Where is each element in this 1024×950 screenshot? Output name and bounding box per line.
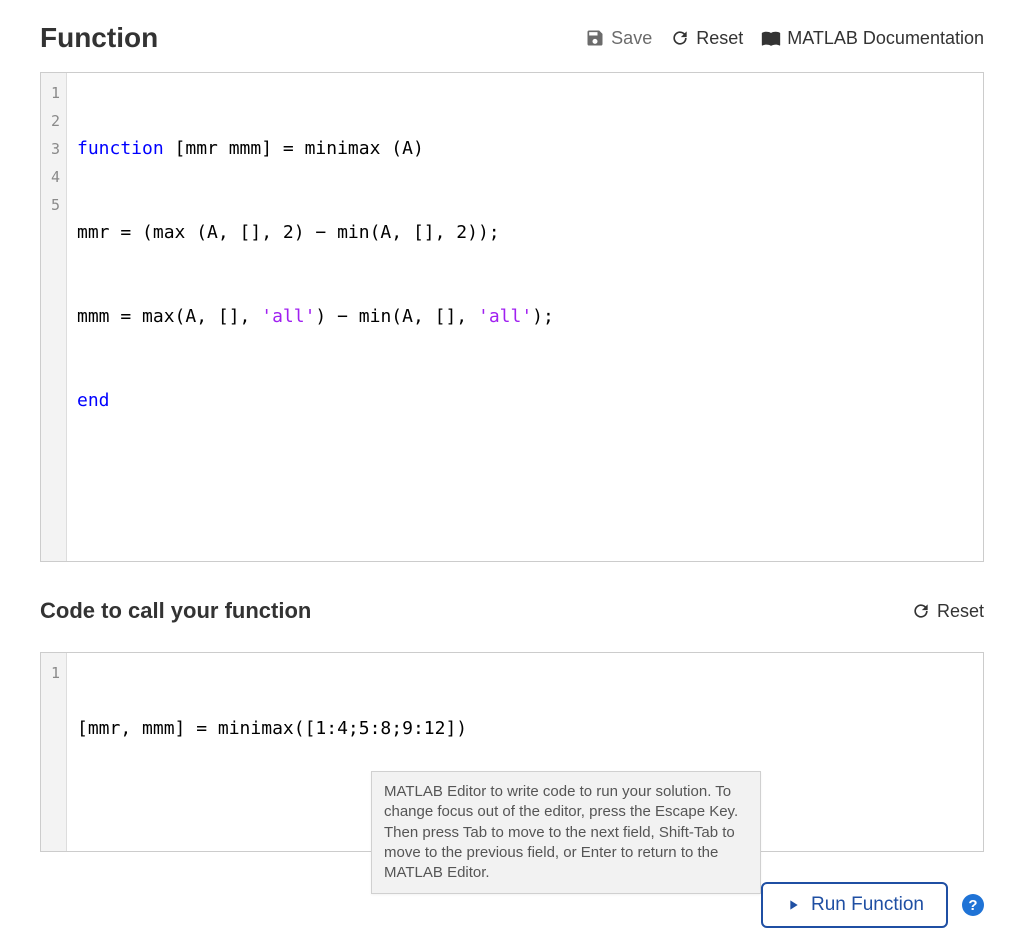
docs-button[interactable]: MATLAB Documentation xyxy=(761,28,984,49)
function-code[interactable]: function [mmr mmm] = minimax (A) mmr = (… xyxy=(67,73,983,561)
save-button[interactable]: Save xyxy=(585,28,652,49)
book-icon xyxy=(761,28,781,48)
line-number: 1 xyxy=(45,79,60,107)
docs-label: MATLAB Documentation xyxy=(787,28,984,49)
caller-reset-label: Reset xyxy=(937,601,984,622)
save-icon xyxy=(585,28,605,48)
string-literal: 'all' xyxy=(261,306,315,327)
function-toolbar: Save Reset MATLAB Documentation xyxy=(585,28,984,49)
code-line: function [mmr mmm] = minimax (A) xyxy=(77,135,973,163)
function-editor[interactable]: 1 2 3 4 5 function [mmr mmm] = minimax (… xyxy=(40,72,984,562)
code-line: mmr = (max (A, [], 2) − min(A, [], 2)); xyxy=(77,219,973,247)
code-text: mmm = max(A, [], xyxy=(77,306,261,327)
code-line: [mmr, mmm] = minimax([1:4;5:8;9:12]) xyxy=(77,715,973,743)
line-number: 5 xyxy=(45,191,60,219)
function-section-header: Function Save Reset MATLAB Documentation xyxy=(40,22,984,54)
caller-title: Code to call your function xyxy=(40,598,311,624)
editor-tooltip: MATLAB Editor to write code to run your … xyxy=(371,771,761,894)
code-text: mmr = (max (A, [], 2) − min(A, [], 2)); xyxy=(77,222,500,243)
line-number: 3 xyxy=(45,135,60,163)
line-number: 4 xyxy=(45,163,60,191)
reset-button[interactable]: Reset xyxy=(670,28,743,49)
run-function-button[interactable]: Run Function xyxy=(761,882,948,928)
code-text: [mmr, mmm] = minimax([1:4;5:8;9:12]) xyxy=(77,718,467,739)
code-line: end xyxy=(77,387,973,415)
caller-toolbar: Reset xyxy=(911,601,984,622)
line-number: 2 xyxy=(45,107,60,135)
caller-section-header: Code to call your function Reset xyxy=(40,598,984,624)
reset-icon xyxy=(911,601,931,621)
reset-label: Reset xyxy=(696,28,743,49)
help-button[interactable]: ? xyxy=(962,894,984,916)
code-line xyxy=(77,471,973,499)
reset-icon xyxy=(670,28,690,48)
code-text: ); xyxy=(532,306,554,327)
keyword: end xyxy=(77,390,110,411)
code-text: ) − min(A, [], xyxy=(315,306,478,327)
caller-reset-button[interactable]: Reset xyxy=(911,601,984,622)
run-function-label: Run Function xyxy=(811,894,924,916)
play-icon xyxy=(785,897,801,913)
line-number: 1 xyxy=(45,659,60,687)
save-label: Save xyxy=(611,28,652,49)
keyword: function xyxy=(77,138,164,159)
caller-editor[interactable]: 1 [mmr, mmm] = minimax([1:4;5:8;9:12]) M… xyxy=(40,652,984,852)
string-literal: 'all' xyxy=(478,306,532,327)
function-gutter: 1 2 3 4 5 xyxy=(41,73,67,561)
code-line: mmm = max(A, [], 'all') − min(A, [], 'al… xyxy=(77,303,973,331)
code-text: [mmr mmm] = minimax (A) xyxy=(164,138,424,159)
function-title: Function xyxy=(40,22,158,54)
caller-gutter: 1 xyxy=(41,653,67,851)
